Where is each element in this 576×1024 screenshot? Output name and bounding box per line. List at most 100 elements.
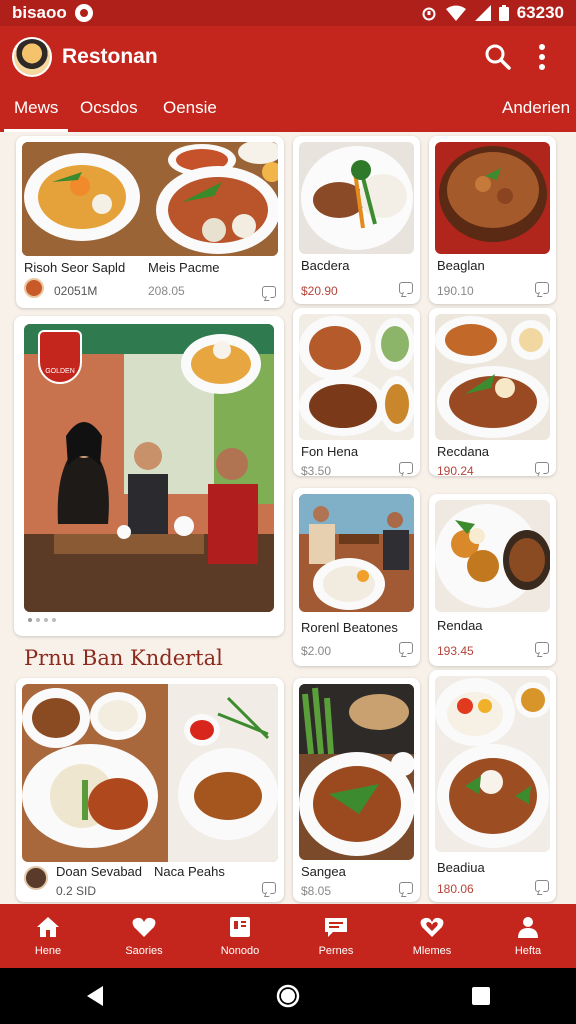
section-title: Prnu Ban Kndertal (24, 646, 223, 670)
food-card-wide-bottom[interactable]: Doan Sevabad Naca Peahs 0.2 SID (16, 678, 284, 902)
comment-icon[interactable] (262, 882, 276, 894)
food-card[interactable]: Fon Hena $3.50 (293, 308, 420, 476)
food-card[interactable]: Bacdera $20.90 (293, 136, 420, 304)
food-card[interactable]: Beaglan 190.10 (429, 136, 556, 304)
card-price: 02051M (54, 284, 98, 298)
food-image (299, 142, 414, 254)
card-title: Beadiua (437, 860, 485, 875)
card-title: Risoh Seor Sapld (24, 260, 126, 275)
status-time: 63230 (516, 3, 564, 22)
nav-item-mlemes[interactable]: Mlemes (384, 904, 480, 968)
wifi-icon (445, 5, 466, 21)
card-price: 0.2 SID (56, 884, 97, 898)
food-card-wide-top[interactable]: Risoh Seor Sapld Meis Pacme 02051M 208.0… (16, 136, 284, 308)
signal-icon (474, 5, 491, 21)
comment-icon[interactable] (399, 462, 413, 474)
more-button[interactable] (520, 35, 564, 79)
card-price: 190.24 (437, 464, 474, 476)
card-price: 190.10 (437, 284, 474, 298)
alarm-icon (422, 7, 436, 21)
card-title: Meis Pacme (148, 260, 220, 275)
tab-bar: Mews Ocsdos Oensie Anderien (0, 88, 576, 132)
nav-label: Pernes (318, 945, 354, 957)
food-image (22, 684, 278, 862)
nav-item-saories[interactable]: Saories (96, 904, 192, 968)
food-image (435, 500, 550, 612)
food-image (299, 684, 414, 860)
nav-label: Nonodo (220, 945, 260, 957)
food-image (22, 142, 278, 256)
more-vert-icon (539, 44, 545, 70)
status-bar: bisaoo 63230 (0, 0, 576, 26)
nav-item-nonodo[interactable]: Nonodo (192, 904, 288, 968)
nav-label: Hefta (514, 945, 542, 957)
food-card[interactable]: Beadiua 180.06 (429, 670, 556, 902)
comment-icon[interactable] (399, 642, 413, 654)
card-title: Recdana (437, 444, 490, 459)
card-title: Bacdera (301, 258, 350, 273)
card-title: Beaglan (437, 258, 485, 273)
battery-icon (498, 5, 509, 21)
system-navigation (0, 968, 576, 1024)
home-icon (37, 917, 59, 937)
home-circle-icon[interactable] (276, 984, 300, 1008)
card-price: $20.90 (301, 284, 338, 298)
comment-icon[interactable] (535, 642, 549, 654)
card-title: Doan Sevabad (56, 864, 143, 879)
food-image (299, 314, 414, 440)
card-title: Rorenl Beatones (301, 620, 398, 635)
content-feed[interactable]: Risoh Seor Sapld Meis Pacme 02051M 208.0… (0, 132, 576, 904)
app-title: Restonan (62, 45, 158, 68)
nav-label: Saories (125, 945, 163, 957)
tab-oensie[interactable]: Oensie (163, 98, 217, 118)
menu-book-icon (230, 917, 250, 937)
food-image (435, 676, 550, 852)
recents-icon[interactable] (471, 986, 491, 1006)
card-price: $2.00 (301, 644, 332, 658)
food-card[interactable]: Rorenl Beatones $2.00 (293, 488, 420, 666)
comment-icon[interactable] (262, 286, 276, 298)
heart-outline-icon (420, 917, 444, 937)
status-left-text: bisaoo (12, 3, 67, 22)
comment-icon[interactable] (399, 882, 413, 894)
food-image (435, 142, 550, 254)
comment-icon[interactable] (535, 880, 549, 892)
food-card[interactable]: Recdana 190.24 (429, 308, 556, 476)
tab-mews[interactable]: Mews (14, 98, 58, 118)
card-price: 193.45 (437, 644, 474, 658)
card-price: $8.05 (301, 884, 332, 898)
bottom-navigation: Hene Saories Nonodo Pernes Mlemes Hefta (0, 904, 576, 968)
featured-restaurant-card[interactable]: GOLDEN (14, 316, 284, 636)
restaurant-avatar (24, 866, 48, 890)
comment-icon[interactable] (399, 282, 413, 294)
restaurant-photo: GOLDEN (24, 324, 274, 612)
card-title: Naca Peahs (154, 864, 225, 879)
comment-icon[interactable] (535, 462, 549, 474)
food-card[interactable]: Sangea $8.05 (293, 678, 420, 902)
nav-item-pernes[interactable]: Pernes (288, 904, 384, 968)
restaurant-avatar (24, 278, 44, 298)
heart-icon (132, 917, 156, 937)
tab-anderien[interactable]: Anderien (502, 98, 570, 118)
avatar[interactable] (12, 37, 52, 77)
back-icon[interactable] (85, 985, 105, 1007)
nav-item-hefta[interactable]: Hefta (480, 904, 576, 968)
logo-text: GOLDEN (45, 368, 75, 375)
notification-icon (74, 4, 93, 22)
search-icon (485, 44, 511, 70)
chat-icon (325, 918, 347, 937)
tab-ocsdos[interactable]: Ocsdos (80, 98, 138, 118)
person-icon (518, 917, 538, 938)
card-title: Sangea (301, 864, 346, 879)
carousel-dots[interactable] (28, 618, 56, 622)
nav-label: Mlemes (412, 945, 452, 957)
nav-label: Hene (34, 945, 62, 957)
food-card[interactable]: Rendaa 193.45 (429, 494, 556, 666)
restaurant-logo: GOLDEN (38, 330, 82, 384)
food-image (435, 314, 550, 440)
card-title: Rendaa (437, 618, 483, 633)
card-title: Fon Hena (301, 444, 359, 459)
nav-item-home[interactable]: Hene (0, 904, 96, 968)
search-button[interactable] (476, 35, 520, 79)
comment-icon[interactable] (535, 282, 549, 294)
